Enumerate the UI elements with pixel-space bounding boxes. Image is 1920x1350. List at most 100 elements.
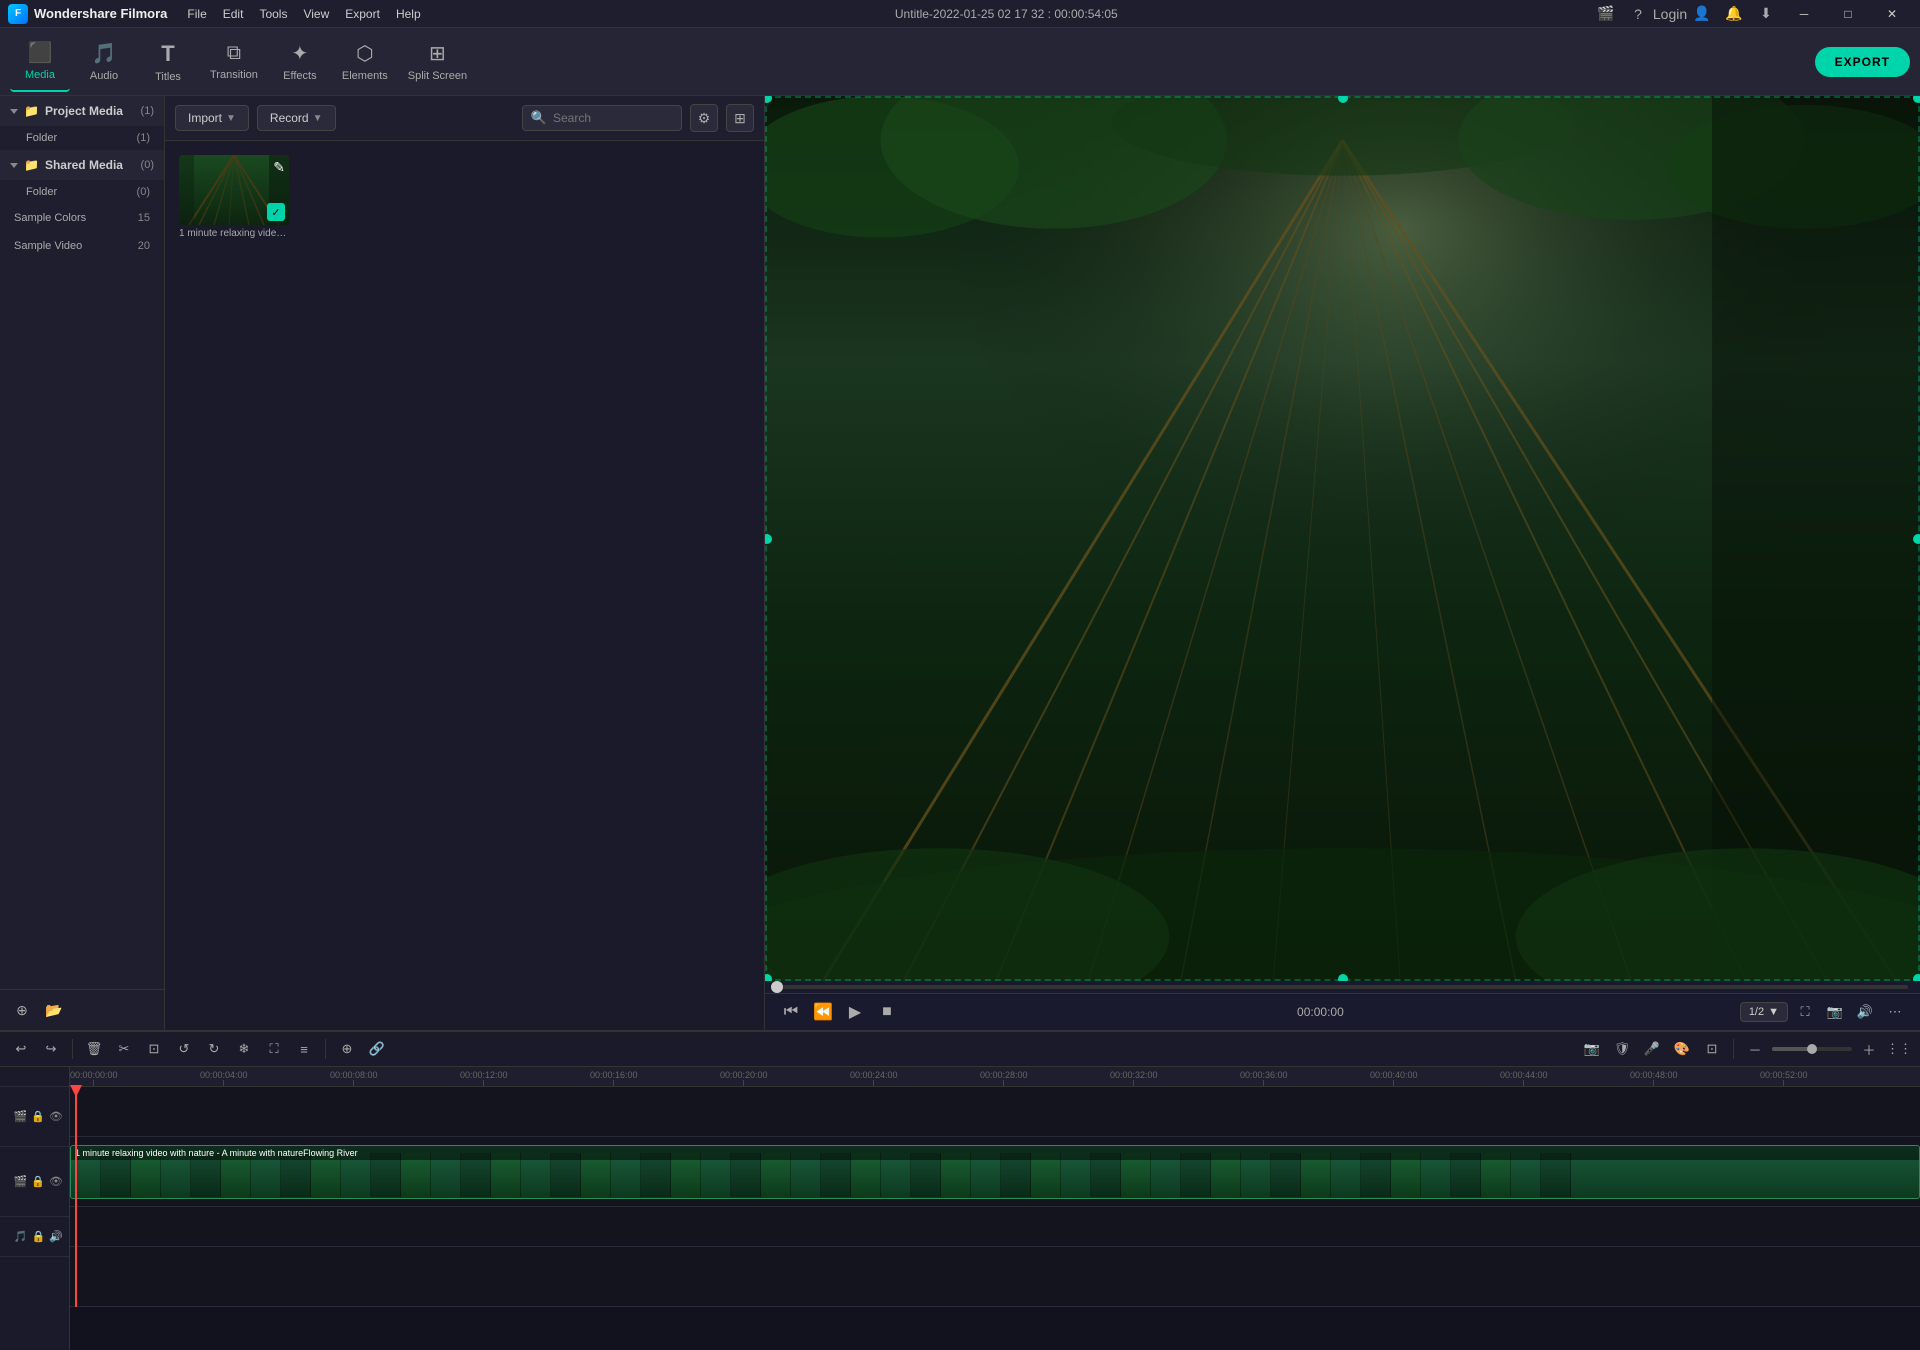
menu-file[interactable]: File [187,7,206,21]
speed-down-button[interactable]: ↺ [171,1036,197,1062]
sample-video-label: Sample Video [14,240,82,252]
crop-button[interactable]: ⊡ [141,1036,167,1062]
sample-video-item[interactable]: Sample Video 20 [0,232,164,260]
add-track-button[interactable]: ⊕ [334,1036,360,1062]
minimize-button[interactable]: ─ [1784,0,1824,28]
maximize-button[interactable]: □ [1828,0,1868,28]
zoom-slider-thumb[interactable] [1807,1044,1817,1054]
toolbar-elements[interactable]: ⬡ Elements [334,32,396,92]
speed-up-button[interactable]: ↻ [201,1036,227,1062]
freeze-button[interactable]: ❄ [231,1036,257,1062]
audio-track-lane[interactable] [70,1207,1920,1247]
sample-colors-item[interactable]: Sample Colors 15 [0,204,164,232]
delete-button[interactable]: 🗑 [81,1036,107,1062]
timeline-settings-button[interactable]: ⋮⋮ [1886,1036,1912,1062]
split-screen-label: Split Screen [408,70,467,82]
media-item-label-0: 1 minute relaxing video ... [179,228,289,239]
mic-track-button[interactable]: 🎤 [1639,1036,1665,1062]
track-2-lock-icon[interactable]: 🔒 [31,1175,45,1188]
login-button[interactable]: Login [1656,0,1684,28]
track-1-eye-icon[interactable]: 👁 [49,1110,63,1123]
ruler-tick-10: 00:00:40:00 [1370,1070,1418,1086]
menu-view[interactable]: View [303,7,329,21]
preview-progress-track[interactable] [777,985,1908,989]
ruler-spacer [0,1067,69,1087]
menu-tools[interactable]: Tools [259,7,287,21]
shared-media-folder-icon: 📁 [24,158,39,172]
notification-icon[interactable]: 🔔 [1720,0,1748,28]
track-lanes: 1 minute relaxing video with nature - A … [70,1087,1920,1307]
menu-help[interactable]: Help [396,7,421,21]
preview-controls: ⏮ ⏪ ▶ ■ 00:00:00 1/2 ▼ ⛶ 📷 🔊 ⋯ [765,993,1920,1030]
toolbar-split-screen[interactable]: ⊞ Split Screen [400,32,475,92]
add-media-bottom-icon[interactable]: ⊕ [10,998,34,1022]
toolbar-effects[interactable]: ✦ Effects [270,32,330,92]
import-button[interactable]: Import ▼ [175,105,249,131]
toolbar-audio[interactable]: 🎵 Audio [74,32,134,92]
zoom-in-button[interactable]: ＋ [1856,1036,1882,1062]
settings-button[interactable]: ⋯ [1882,999,1908,1025]
shared-media-header[interactable]: 📁 Shared Media (0) [0,150,164,180]
project-media-header[interactable]: 📁 Project Media (1) [0,96,164,126]
left-panel: 📁 Project Media (1) Folder (1) 📁 Shared … [0,96,165,1030]
track-2-video-icon[interactable]: 🎬 [14,1175,28,1188]
camera-track-button[interactable]: 📷 [1579,1036,1605,1062]
shared-media-folder[interactable]: Folder (0) [0,180,164,204]
account-icon[interactable]: 👤 [1688,0,1716,28]
frame-back-button[interactable]: ⏪ [809,998,837,1026]
link-button[interactable]: 🔗 [364,1036,390,1062]
close-button[interactable]: ✕ [1872,0,1912,28]
track-1-lock-icon[interactable]: 🔒 [31,1110,45,1123]
prev-frame-button[interactable]: ⏮ [777,998,805,1026]
video-track-2-lane[interactable]: 1 minute relaxing video with nature - A … [70,1137,1920,1207]
redo-button[interactable]: ↪ [38,1036,64,1062]
menu-export[interactable]: Export [345,7,380,21]
timeline-toolbar: ↩ ↪ 🗑 ✂ ⊡ ↺ ↻ ❄ ⛶ ≡ ⊕ 🔗 📷 🛡 🎤 🎨 ⊡ － ＋ ⋮⋮ [0,1032,1920,1067]
layout-button[interactable]: ⊡ [1699,1036,1725,1062]
zoom-slider-track[interactable] [1772,1047,1852,1051]
import-dropdown-arrow: ▼ [226,113,236,124]
audio-detach-button[interactable]: ≡ [291,1036,317,1062]
timeline-ruler: 00:00:00:00 00:00:04:00 00:00:08:00 00:0… [70,1067,1920,1087]
video-clip-0[interactable]: 1 minute relaxing video with nature - A … [70,1145,1920,1199]
undo-button[interactable]: ↩ [8,1036,34,1062]
track-2-eye-icon[interactable]: 👁 [49,1175,63,1188]
toolbar-transition[interactable]: ⧉ Transition [202,32,266,92]
toolbar-titles[interactable]: T Titles [138,32,198,92]
preview-background [765,96,1920,981]
volume-button[interactable]: 🔊 [1852,999,1878,1025]
snapshot-button[interactable]: 📷 [1822,999,1848,1025]
track-1-video-icon[interactable]: 🎬 [14,1110,28,1123]
fullscreen-timeline-button[interactable]: ⛶ [261,1036,287,1062]
search-input[interactable] [553,111,673,125]
ruler-tick-4: 00:00:16:00 [590,1070,638,1086]
stop-button[interactable]: ■ [873,998,901,1026]
color-track-button[interactable]: 🎨 [1669,1036,1695,1062]
cut-button[interactable]: ✂ [111,1036,137,1062]
project-media-section: 📁 Project Media (1) Folder (1) [0,96,164,150]
zoom-out-button[interactable]: － [1742,1036,1768,1062]
shield-track-button[interactable]: 🛡 [1609,1036,1635,1062]
audio-track-icon[interactable]: 🎵 [14,1230,28,1243]
media-item-0[interactable]: ✎ ✓ 1 minute relaxing video ... [179,155,289,239]
audio-eye-icon[interactable]: 🔊 [49,1230,63,1243]
fullscreen-button[interactable]: ⛶ [1792,999,1818,1025]
filter-button[interactable]: ⚙ [690,104,718,132]
toolbar-media[interactable]: ⬛ Media [10,32,70,92]
extra-track-lane[interactable] [70,1247,1920,1307]
folder-bottom-icon[interactable]: 📂 [42,998,66,1022]
grid-view-button[interactable]: ⊞ [726,104,754,132]
question-icon[interactable]: ? [1624,0,1652,28]
play-button[interactable]: ▶ [841,998,869,1026]
preview-progress-thumb[interactable] [771,981,783,993]
app-name: Wondershare Filmora [34,6,167,21]
video-track-1-lane[interactable] [70,1087,1920,1137]
timeline-tracks[interactable]: 00:00:00:00 00:00:04:00 00:00:08:00 00:0… [70,1067,1920,1350]
download-icon[interactable]: ⬇ [1752,0,1780,28]
record-button[interactable]: Record ▼ [257,105,336,131]
audio-lock-icon[interactable]: 🔒 [32,1230,46,1243]
quality-selector[interactable]: 1/2 ▼ [1740,1002,1788,1022]
project-media-folder[interactable]: Folder (1) [0,126,164,150]
menu-edit[interactable]: Edit [223,7,244,21]
export-button[interactable]: EXPORT [1815,47,1910,77]
